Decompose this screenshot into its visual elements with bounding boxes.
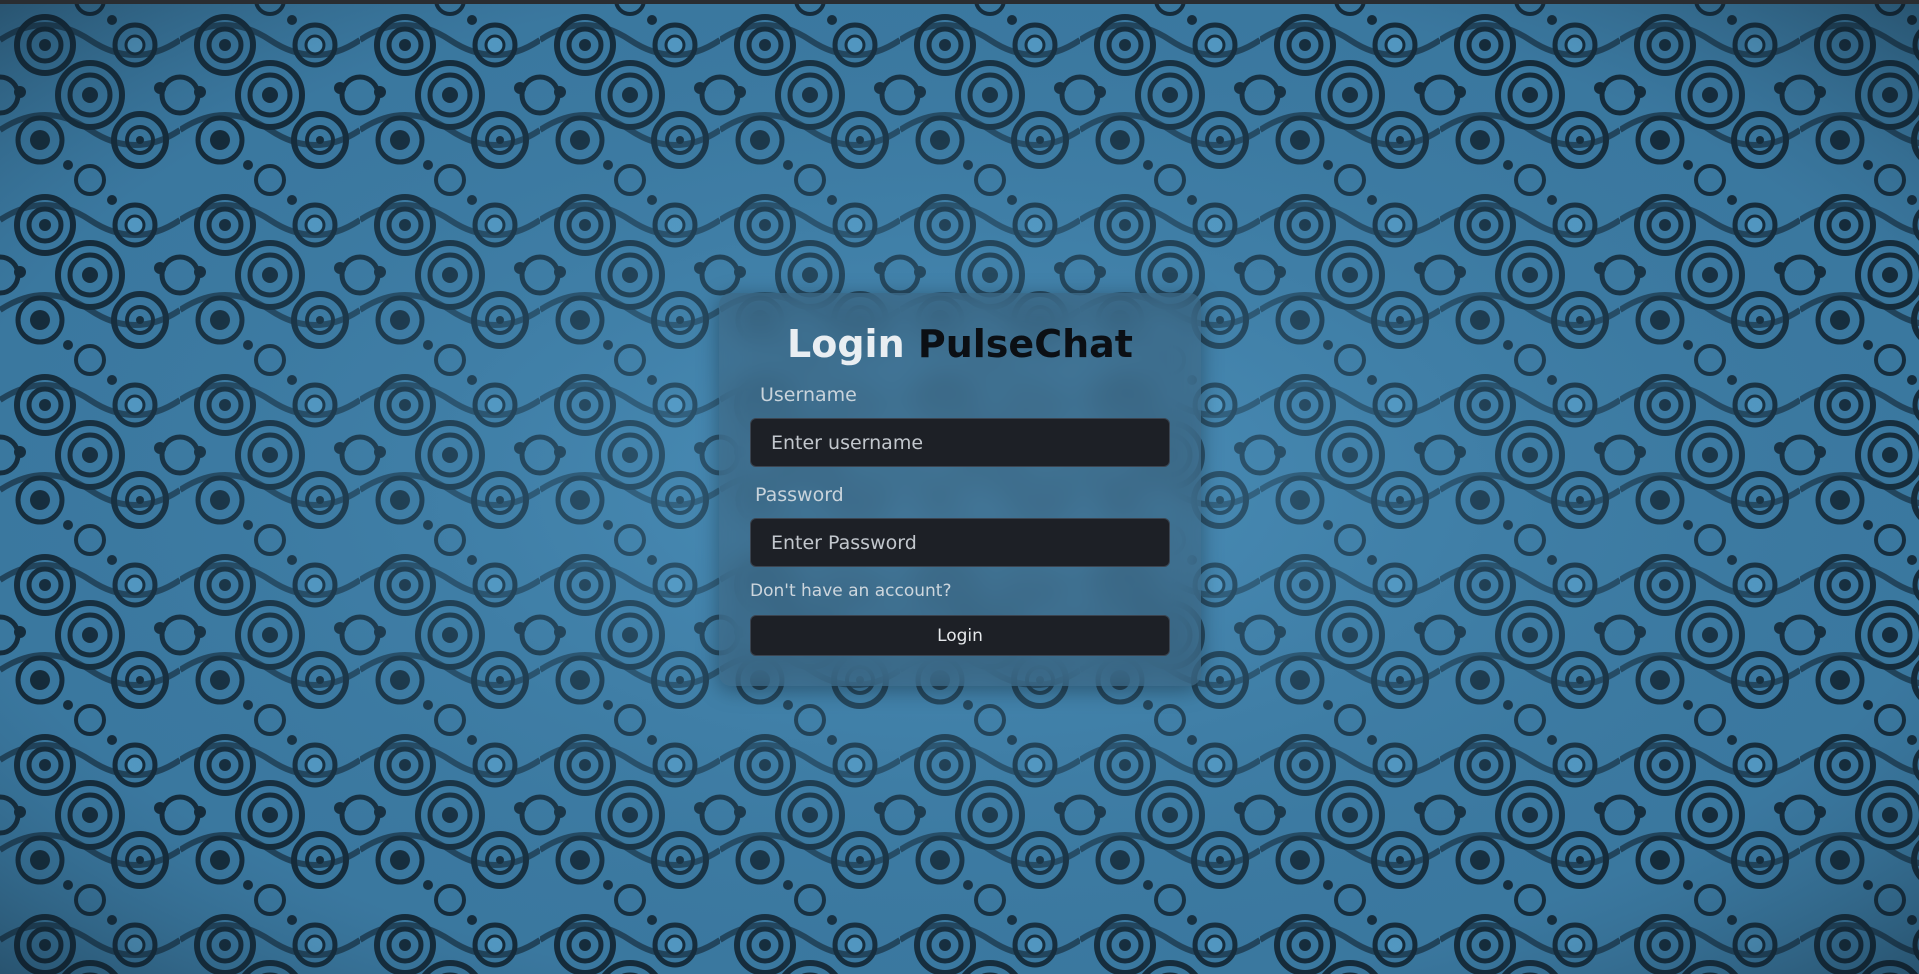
username-input[interactable] (750, 418, 1170, 467)
login-button[interactable]: Login (750, 615, 1170, 656)
signup-link[interactable]: Don't have an account? (750, 583, 951, 600)
title-login-text: Login (787, 322, 905, 366)
login-page: Login PulseChat Username Password Don't … (0, 0, 1919, 974)
window-top-border (0, 0, 1919, 4)
password-label: Password (755, 484, 844, 506)
login-title: Login PulseChat (719, 325, 1201, 363)
login-card: Login PulseChat Username Password Don't … (719, 293, 1201, 686)
title-app-name: PulseChat (917, 322, 1133, 366)
username-label: Username (760, 384, 857, 406)
password-input[interactable] (750, 518, 1170, 567)
